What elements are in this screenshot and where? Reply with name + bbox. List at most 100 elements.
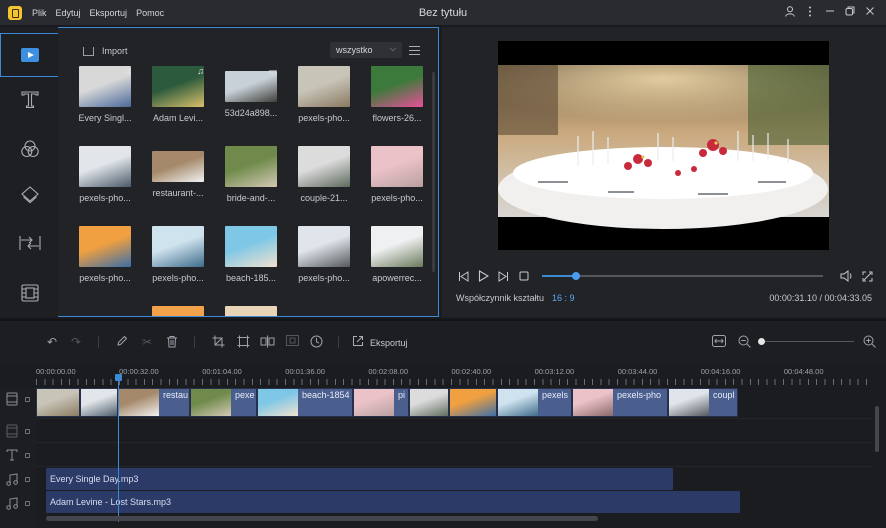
delete-icon[interactable] [164, 335, 180, 349]
menu-help[interactable]: Pomoc [136, 8, 164, 18]
restore-icon[interactable] [840, 6, 860, 19]
video-clip[interactable] [36, 388, 80, 417]
media-item[interactable]: flowers-26... [365, 66, 429, 138]
timeline-ruler[interactable]: 00:00:00.00 00:00:32.00 00:01:04.00 00:01:3… [36, 363, 872, 387]
video-clip[interactable]: pexels [497, 388, 572, 417]
text-track[interactable] [36, 443, 872, 467]
mosaic-icon[interactable] [284, 335, 300, 349]
list-view-icon[interactable] [409, 46, 420, 55]
media-thumbnail [152, 151, 204, 182]
video-clip[interactable] [449, 388, 497, 417]
ruler-label: 00:03:12.00 [534, 367, 575, 376]
audio-track-1[interactable]: Every Single Day.mp3 [36, 467, 872, 491]
video-clip[interactable] [80, 388, 118, 417]
media-item[interactable]: pexels-pho... [365, 146, 429, 218]
progress-handle[interactable] [571, 272, 580, 280]
user-icon[interactable] [780, 5, 800, 20]
media-item[interactable]: pexels-pho... [292, 226, 356, 298]
media-item[interactable]: pexels-pho... [146, 226, 210, 298]
text-tool[interactable] [0, 77, 59, 121]
menu-export[interactable]: Eksportuj [90, 8, 128, 18]
menu-file[interactable]: Plik [32, 8, 47, 18]
media-item[interactable]: pexels-pho... [73, 226, 137, 298]
zoom-slider-track[interactable] [762, 341, 854, 342]
overlays-tool[interactable] [0, 173, 59, 217]
edit-icon[interactable] [114, 335, 130, 349]
video-clip[interactable]: pi [353, 388, 409, 417]
media-item[interactable]: beach-185... [219, 226, 283, 298]
timeline-vertical-scrollbar[interactable] [875, 406, 879, 452]
fullscreen-icon[interactable] [860, 269, 874, 283]
export-button[interactable]: Eksportuj [352, 335, 408, 350]
playhead-handle[interactable] [115, 374, 122, 381]
clip-thumbnail [450, 389, 496, 416]
media-item[interactable]: bride-and-... [219, 146, 283, 218]
crop-icon[interactable] [210, 335, 226, 349]
media-item[interactable]: ♫ Every Singl... [73, 66, 137, 138]
volume-icon[interactable] [839, 269, 853, 283]
lock-icon[interactable] [25, 429, 30, 434]
cut-icon[interactable]: ✂ [139, 335, 155, 349]
more-icon[interactable] [800, 6, 820, 20]
video-preview[interactable] [498, 41, 829, 250]
media-filter-dropdown[interactable]: wszystko ⌵ [330, 42, 402, 58]
video-clip[interactable]: pexels-pho [572, 388, 668, 417]
lock-icon[interactable] [25, 453, 30, 458]
aspect-ratio-selector[interactable]: Współczynnik kształtu 16 : 9 [456, 293, 575, 303]
filters-tool[interactable] [0, 127, 59, 171]
transitions-tool[interactable] [0, 221, 59, 265]
timeline[interactable]: 00:00:00.00 00:00:32.00 00:01:04.00 00:01:3… [0, 363, 886, 528]
media-item[interactable]: ▭ 53d24a898... [219, 66, 283, 138]
media-item-label: pexels-pho... [152, 273, 204, 283]
import-icon [83, 46, 94, 56]
redo-icon[interactable]: ↷ [68, 335, 84, 349]
media-item[interactable]: restaurant-... [146, 146, 210, 218]
media-tool[interactable] [0, 33, 59, 77]
audio-clip[interactable]: Adam Levine - Lost Stars.mp3 [46, 491, 740, 513]
resize-icon[interactable] [235, 335, 251, 349]
video-track-icon [6, 392, 18, 406]
media-item[interactable]: apowerrec... [365, 226, 429, 298]
lock-icon[interactable] [25, 477, 30, 482]
media-thumbnail [225, 226, 277, 267]
audio-track-2[interactable]: Adam Levine - Lost Stars.mp3 [36, 491, 872, 515]
close-icon[interactable] [860, 6, 880, 19]
play-button-icon[interactable] [476, 269, 490, 283]
video-clip[interactable]: pexe [190, 388, 257, 417]
overlay-track[interactable] [36, 419, 872, 443]
zoom-slider-handle[interactable] [758, 338, 765, 345]
export-icon [352, 335, 364, 350]
prev-frame-icon[interactable] [456, 269, 470, 283]
minimize-icon[interactable] [820, 6, 840, 19]
video-track[interactable]: restau pexe beach-1854 pi pexels pexels-pho co… [36, 387, 872, 419]
video-clip[interactable]: coupl [668, 388, 738, 417]
media-item[interactable]: pexels-pho... [292, 66, 356, 138]
zoom-in-icon[interactable] [861, 335, 877, 349]
timeline-horizontal-scrollbar[interactable] [46, 516, 598, 521]
media-item-label: Every Singl... [78, 113, 132, 123]
next-frame-icon[interactable] [496, 269, 510, 283]
menu-edit[interactable]: Edytuj [56, 8, 81, 18]
media-item[interactable]: ♫ Adam Levi... [146, 66, 210, 138]
timecode-display: 00:00:31.10 / 00:04:33.05 [769, 293, 872, 303]
playback-progress-bar[interactable] [542, 272, 823, 280]
video-clip[interactable]: restau [118, 388, 190, 417]
media-item[interactable]: couple-21... [292, 146, 356, 218]
media-item[interactable]: pexels-pho... [73, 146, 137, 218]
audio-clip[interactable]: Every Single Day.mp3 [46, 468, 673, 490]
lock-icon[interactable] [25, 397, 30, 402]
lock-icon[interactable] [25, 501, 30, 506]
aspect-ratio-value[interactable]: 16 : 9 [552, 293, 575, 303]
elements-tool[interactable] [0, 271, 59, 315]
duration-icon[interactable] [308, 335, 324, 349]
timeline-playhead[interactable] [118, 376, 119, 522]
video-clip[interactable]: beach-1854 [257, 388, 353, 417]
undo-icon[interactable]: ↶ [44, 335, 60, 349]
fit-timeline-icon[interactable] [711, 335, 727, 349]
import-button[interactable]: Import [83, 46, 128, 56]
video-clip[interactable] [409, 388, 449, 417]
split-icon[interactable] [259, 335, 275, 349]
stop-icon[interactable] [517, 269, 531, 283]
media-scrollbar[interactable] [432, 72, 435, 272]
zoom-out-icon[interactable] [736, 335, 752, 349]
